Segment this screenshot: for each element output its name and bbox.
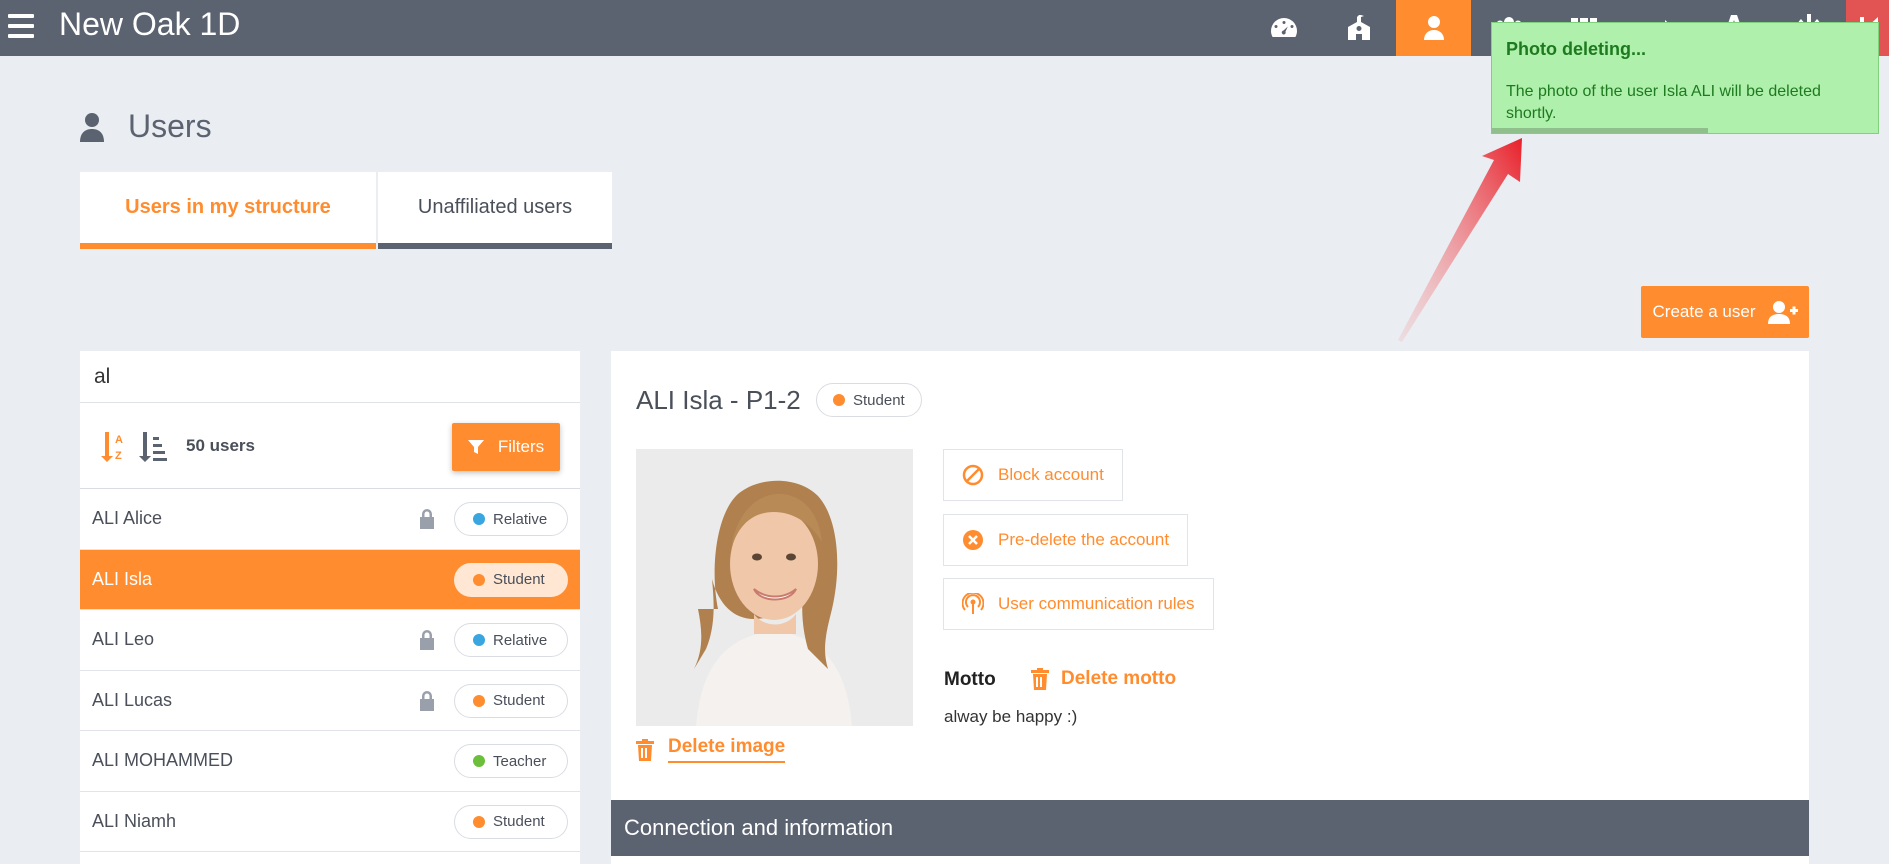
communication-rules-button[interactable]: User communication rules xyxy=(943,578,1214,630)
annotation-arrow xyxy=(1398,138,1522,342)
dashboard-icon[interactable] xyxy=(1246,0,1321,56)
list-item[interactable]: ALI Lucas Student xyxy=(80,671,580,731)
page-title: Users xyxy=(80,108,212,145)
users-count: 50 users xyxy=(186,435,255,455)
lock-icon xyxy=(419,630,435,650)
connection-info-section-header[interactable]: Connection and information xyxy=(611,800,1809,856)
photo-deleting-toast: Photo deleting... The photo of the user … xyxy=(1491,22,1879,134)
delete-image-label: Delete image xyxy=(668,736,786,763)
list-item-selected[interactable]: ALI Isla Student xyxy=(80,549,580,610)
user-detail-panel: ALI Isla - P1-2 Student Delete image Blo… xyxy=(611,351,1809,864)
profile-badge: Relative xyxy=(454,623,568,657)
filters-label: Filters xyxy=(497,437,545,456)
list-item[interactable]: ALI Leo Relative xyxy=(80,610,580,671)
toast-progress-bar xyxy=(1492,128,1709,133)
sort-alpha-icon[interactable]: AZ xyxy=(100,429,130,463)
create-user-label: Create a user xyxy=(1652,302,1756,321)
lock-icon xyxy=(419,509,435,529)
svg-text:A: A xyxy=(115,434,123,446)
tab-unaffiliated-users[interactable]: Unaffiliated users xyxy=(378,172,612,249)
toast-title: Photo deleting... xyxy=(1506,39,1646,59)
lock-icon xyxy=(419,690,435,711)
profile-badge: Relative xyxy=(454,502,568,536)
motto-label: Motto xyxy=(944,669,996,690)
search-input[interactable] xyxy=(80,351,580,403)
school-icon[interactable] xyxy=(1321,0,1396,56)
filter-icon xyxy=(467,440,484,454)
trash-icon xyxy=(1031,668,1049,690)
toast-message: The photo of the user Isla ALI will be d… xyxy=(1506,83,1821,122)
list-item[interactable]: ALI Alice Relative xyxy=(80,489,580,550)
app-title: New Oak 1D xyxy=(59,6,241,42)
profile-badge: Student xyxy=(454,562,568,597)
list-item[interactable]: ALI MOHAMMED Teacher xyxy=(80,731,580,792)
user-photo xyxy=(636,449,913,726)
svg-text:Z: Z xyxy=(115,450,122,462)
profile-badge: Teacher xyxy=(454,744,568,778)
user-icon xyxy=(80,112,104,142)
motto-text: alway be happy :) xyxy=(944,707,1078,726)
add-user-icon xyxy=(1767,301,1798,324)
profile-badge: Student xyxy=(816,383,922,417)
broadcast-icon xyxy=(962,593,984,614)
hamburger-menu-icon[interactable] xyxy=(8,12,36,40)
delete-circle-icon xyxy=(963,530,983,550)
user-detail-title: ALI Isla - P1-2 xyxy=(636,385,801,415)
sort-list-icon[interactable] xyxy=(138,429,168,463)
list-toolbar: AZ 50 users Filters xyxy=(80,403,580,489)
user-icon[interactable] xyxy=(1396,0,1471,56)
delete-image-button[interactable]: Delete image xyxy=(636,736,786,763)
list-item[interactable]: ALI Niamh Student xyxy=(80,792,580,852)
tab-users-in-my-structure[interactable]: Users in my structure xyxy=(80,172,376,249)
predelete-account-button[interactable]: Pre-delete the account xyxy=(943,514,1189,566)
create-user-button[interactable]: Create a user xyxy=(1641,286,1809,338)
block-icon xyxy=(962,464,984,486)
profile-badge: Student xyxy=(454,683,568,718)
trash-icon xyxy=(636,738,654,761)
page-title-text: Users xyxy=(128,108,212,144)
block-account-button[interactable]: Block account xyxy=(943,449,1123,501)
filters-button[interactable]: Filters xyxy=(452,423,560,471)
profile-badge: Student xyxy=(454,804,568,839)
delete-motto-label: Delete motto xyxy=(1061,668,1177,689)
user-list-panel: AZ 50 users Filters ALI Alice Relative A… xyxy=(80,351,580,864)
tabs: Users in my structure Unaffiliated users xyxy=(80,172,612,249)
delete-motto-button[interactable]: Delete motto xyxy=(1031,668,1176,690)
